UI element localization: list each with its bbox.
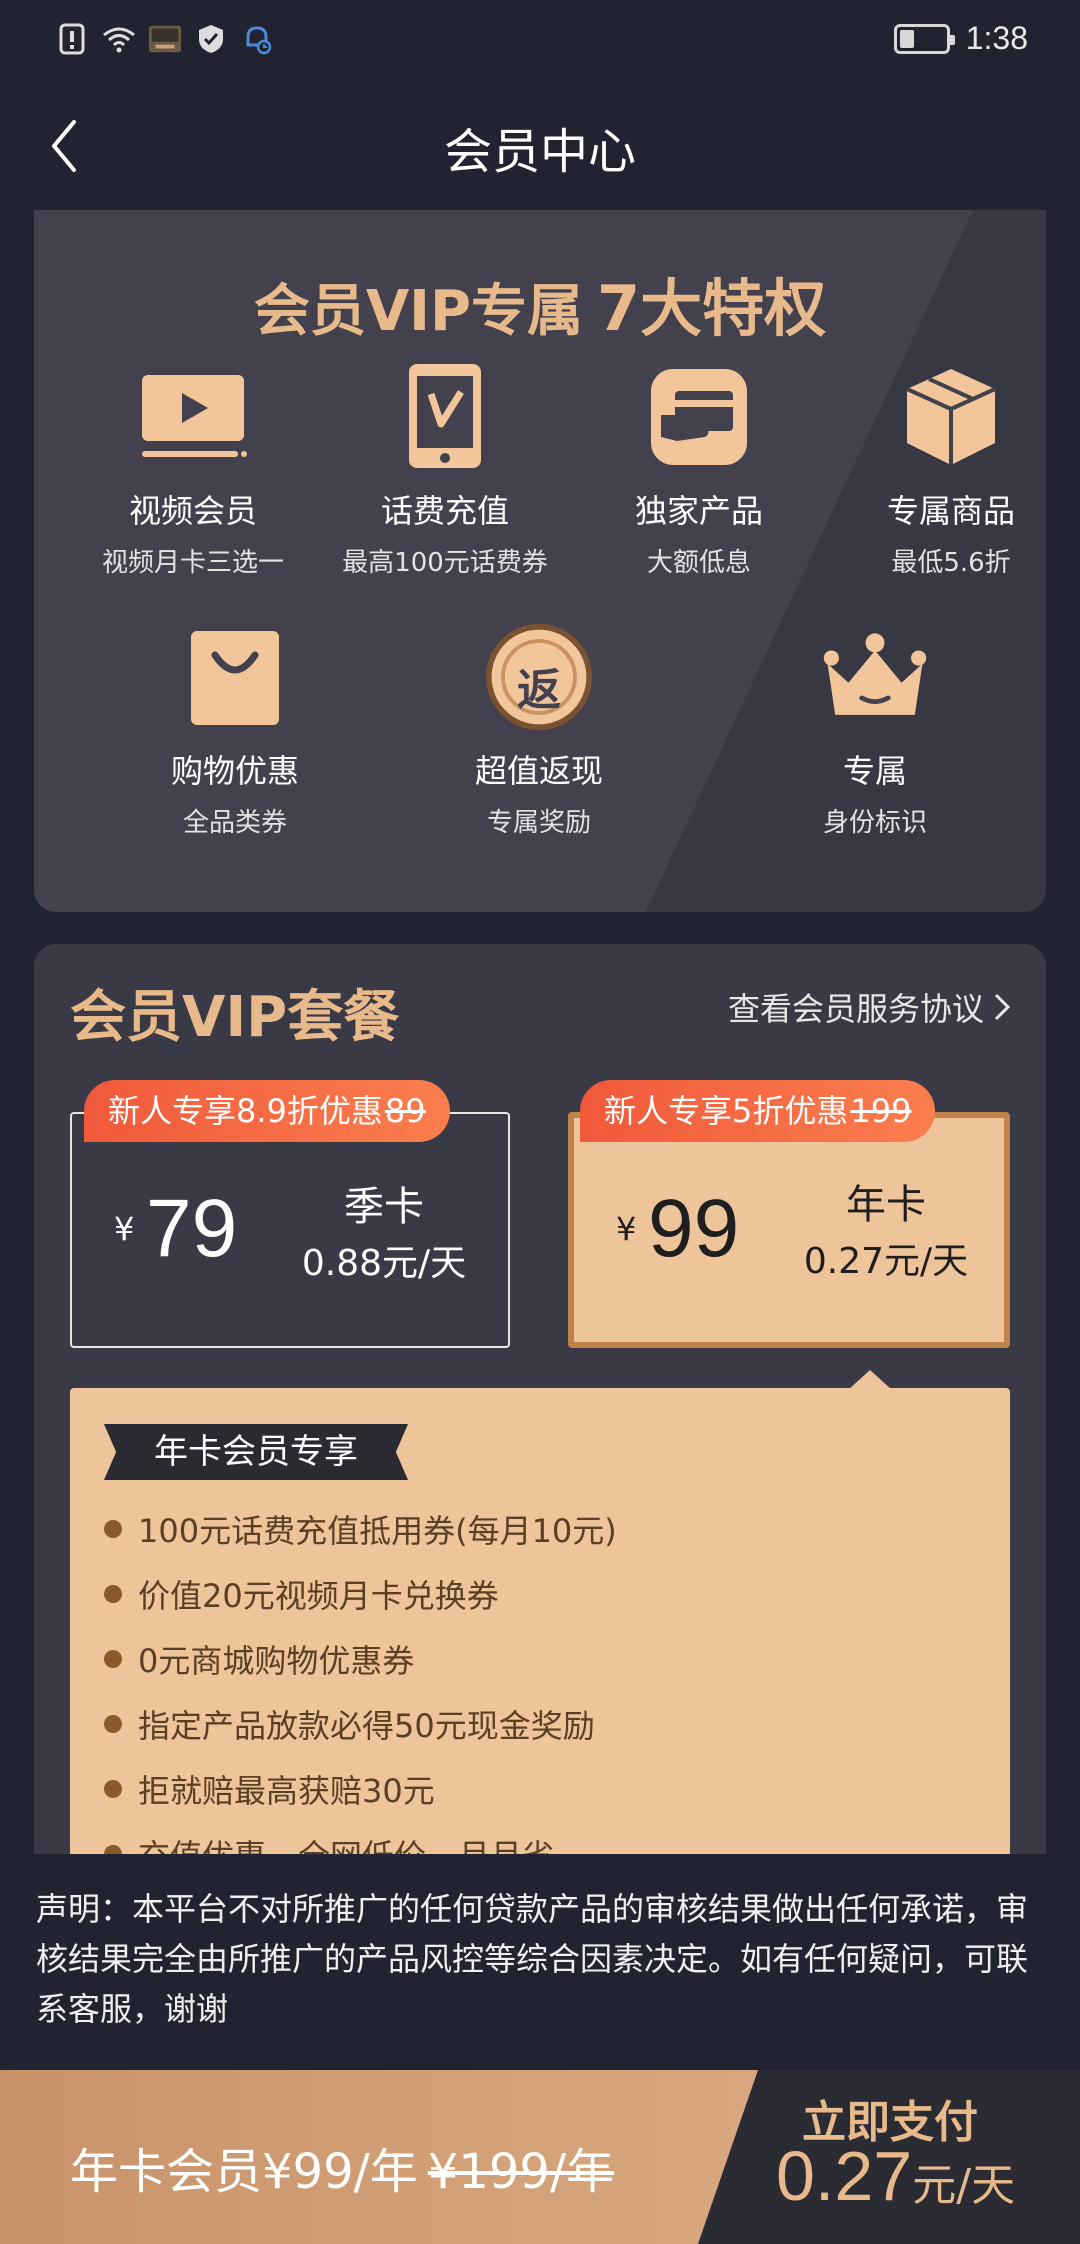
phone-recharge-icon <box>390 362 500 472</box>
app-header: 会员中心 <box>0 80 1080 210</box>
benefits-tag: 年卡会员专享 <box>104 1424 408 1480</box>
status-time: 1:38 <box>965 20 1028 56</box>
wifi-icon <box>102 22 136 56</box>
promo-badge-label: 新人专享8.9折优惠 <box>108 1092 383 1130</box>
privileges-card: 会员VIP专属 7大特权 视频会员 视频月卡三选一 话费充值 最高100元话费券 … <box>34 210 1046 912</box>
privilege-item[interactable]: 专属商品 最低5.6折 <box>826 362 1046 579</box>
list-item: 0元商城购物优惠券 <box>104 1626 617 1691</box>
privilege-name: 专属商品 <box>886 492 1015 530</box>
privilege-sub: 视频月卡三选一 <box>101 548 284 578</box>
agreement-link-label: 查看会员服务协议 <box>727 990 984 1028</box>
privilege-item[interactable]: 返 超值返现 专属奖励 <box>414 622 664 839</box>
plan-price: 79 <box>146 1183 238 1274</box>
bottom-bar: 年卡会员¥99/年 ¥199/年 立即支付 0.27元/天 <box>0 2070 1080 2244</box>
promo-badge-label: 新人专享5折优惠 <box>604 1092 849 1130</box>
plans-card: 会员VIP套餐 查看会员服务协议 ¥ 79 季卡 0.88元/天 新人专享8.9… <box>34 944 1046 1854</box>
cashback-glyph: 返 <box>517 665 561 716</box>
privilege-item[interactable]: 购物优惠 全品类券 <box>110 622 360 839</box>
shield-icon <box>194 22 228 56</box>
list-item: 拒就赔最高获赔30元 <box>104 1756 617 1821</box>
box-icon <box>896 362 1006 472</box>
currency-symbol: ¥ <box>114 1210 135 1248</box>
privilege-sub: 全品类券 <box>182 808 287 838</box>
privilege-sub: 大额低息 <box>646 548 751 578</box>
page-title: 会员中心 <box>443 124 636 180</box>
plan-name: 年卡 <box>846 1182 926 1228</box>
privilege-item[interactable]: 专属 身份标识 <box>750 622 1000 839</box>
pay-now-price: 0.27元/天 <box>776 2136 1015 2216</box>
benefits-list: 100元话费充值抵用券(每月10元) 价值20元视频月卡兑换券 0元商城购物优惠… <box>104 1496 617 1855</box>
promo-badge-annual: 新人专享5折优惠199 <box>580 1080 936 1142</box>
order-summary-old-price: ¥199/年 <box>427 2144 615 2200</box>
video-play-icon <box>138 362 248 472</box>
promo-badge-quarterly: 新人专享8.9折优惠89 <box>84 1080 450 1142</box>
notification-bell-icon <box>240 22 274 56</box>
list-item: 充值优惠，全网低价，月月省 <box>104 1821 617 1855</box>
old-price: 89 <box>384 1092 426 1130</box>
pay-price-unit: 元/天 <box>912 2160 1016 2211</box>
list-item: 100元话费充值抵用券(每月10元) <box>104 1496 617 1561</box>
privilege-name: 超值返现 <box>474 752 603 790</box>
privilege-sub: 身份标识 <box>822 808 927 838</box>
pay-price-number: 0.27 <box>776 2137 913 2215</box>
plans-title: 会员VIP套餐 <box>70 985 400 1050</box>
order-summary-price: 年卡会员¥99/年 <box>70 2144 418 2200</box>
privilege-item[interactable]: 视频会员 视频月卡三选一 <box>68 362 318 579</box>
plan-option-annual[interactable]: ¥ 99 年卡 0.27元/天 <box>568 1112 1010 1348</box>
privileges-title-highlight: 7大特权 <box>597 272 827 345</box>
detail-pointer <box>848 1370 892 1390</box>
privilege-sub: 最低5.6折 <box>891 548 1011 578</box>
plan-price: 99 <box>648 1183 740 1274</box>
plan-per-day: 0.88元/天 <box>301 1243 467 1284</box>
order-summary: 年卡会员¥99/年 ¥199/年 <box>70 2132 614 2202</box>
plan-benefits-panel: 年卡会员专享 100元话费充值抵用券(每月10元) 价值20元视频月卡兑换券 0… <box>70 1388 1010 1854</box>
privilege-item[interactable]: 独家产品 大额低息 <box>574 362 824 579</box>
crown-icon <box>820 622 930 732</box>
cashback-coin-icon: 返 <box>484 622 594 732</box>
shopping-bag-icon <box>180 622 290 732</box>
privilege-name: 视频会员 <box>128 492 257 530</box>
plan-option-quarterly[interactable]: ¥ 79 季卡 0.88元/天 <box>70 1112 510 1348</box>
disclaimer-text: 声明：本平台不对所推广的任何贷款产品的审核结果做出任何承诺，审核结果完全由所推广… <box>0 1854 1080 2070</box>
privileges-title-main: 会员VIP专属 <box>253 279 584 344</box>
privilege-sub: 最高100元话费券 <box>342 548 548 578</box>
chevron-right-icon <box>994 993 1011 1021</box>
privilege-name: 独家产品 <box>634 492 763 530</box>
card-hand-icon <box>644 362 754 472</box>
list-item: 指定产品放款必得50元现金奖励 <box>104 1691 617 1756</box>
alert-icon <box>56 22 90 56</box>
privilege-name: 购物优惠 <box>170 752 299 790</box>
plan-name: 季卡 <box>344 1184 424 1230</box>
privilege-name: 话费充值 <box>380 492 509 530</box>
status-bar: 1:38 <box>0 0 1080 80</box>
agreement-link[interactable]: 查看会员服务协议 <box>728 984 1012 1030</box>
pay-now-button[interactable]: 立即支付 0.27元/天 <box>698 2070 1080 2244</box>
old-price: 199 <box>850 1092 912 1130</box>
privilege-name: 专属 <box>842 752 907 790</box>
app-thumbnail-icon <box>148 22 182 56</box>
plan-per-day: 0.27元/天 <box>803 1241 969 1282</box>
privilege-sub: 专属奖励 <box>486 808 591 838</box>
privilege-item[interactable]: 话费充值 最高100元话费券 <box>320 362 570 579</box>
currency-symbol: ¥ <box>616 1210 637 1248</box>
battery-icon <box>893 23 955 54</box>
list-item: 价值20元视频月卡兑换券 <box>104 1561 617 1626</box>
privileges-title: 会员VIP专属 7大特权 <box>34 258 1046 348</box>
